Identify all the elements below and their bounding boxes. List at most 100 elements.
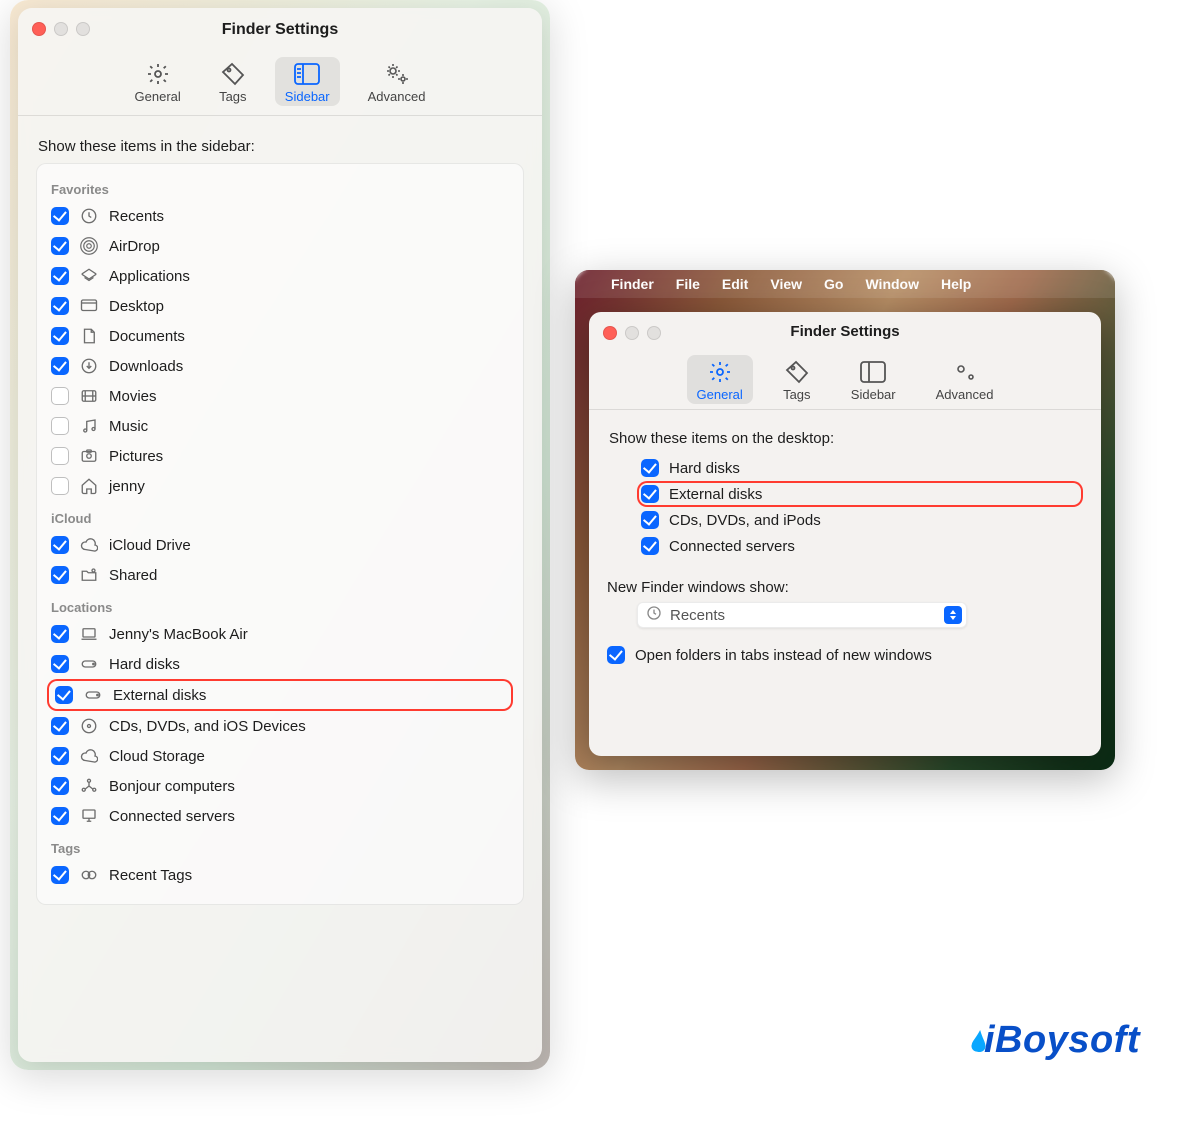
tab-general[interactable]: General: [687, 355, 753, 404]
menu-help[interactable]: Help: [941, 276, 971, 292]
tab-general[interactable]: General: [125, 57, 191, 106]
minimize-icon[interactable]: [54, 22, 68, 36]
tab-sidebar[interactable]: Sidebar: [841, 355, 906, 404]
list-item[interactable]: CDs, DVDs, and iOS Devices: [47, 711, 513, 741]
list-item[interactable]: Movies: [47, 381, 513, 411]
checkbox[interactable]: [51, 267, 69, 285]
list-item[interactable]: Pictures: [47, 441, 513, 471]
window-controls[interactable]: [32, 22, 90, 36]
list-item[interactable]: Connected servers: [637, 533, 1083, 559]
list-item[interactable]: Desktop: [47, 291, 513, 321]
minimize-icon[interactable]: [625, 326, 639, 340]
tab-advanced[interactable]: Advanced: [926, 355, 1004, 404]
checkbox[interactable]: [51, 207, 69, 225]
item-label: Hard disks: [669, 460, 740, 477]
checkbox[interactable]: [51, 327, 69, 345]
item-label: Desktop: [109, 298, 164, 315]
checkbox[interactable]: [51, 866, 69, 884]
list-item[interactable]: Recents: [47, 201, 513, 231]
open-in-tabs-label: Open folders in tabs instead of new wind…: [635, 647, 932, 664]
list-item[interactable]: Documents: [47, 321, 513, 351]
tab-label: General: [135, 89, 181, 104]
sidebar-icon: [859, 359, 887, 385]
menu-file[interactable]: File: [676, 276, 700, 292]
settings-tabs: General Tags Sidebar Advanced: [589, 350, 1101, 410]
item-label: Movies: [109, 388, 157, 405]
checkbox[interactable]: [51, 357, 69, 375]
desktop-icon: [79, 296, 99, 316]
settings-tabs: General Tags Sidebar Advanced: [18, 52, 542, 116]
checkbox[interactable]: [51, 387, 69, 405]
checkbox[interactable]: [641, 511, 659, 529]
clock-icon: [79, 206, 99, 226]
checkbox[interactable]: [51, 566, 69, 584]
close-icon[interactable]: [32, 22, 46, 36]
list-item[interactable]: Bonjour computers: [47, 771, 513, 801]
list-item[interactable]: External disks: [637, 481, 1083, 507]
airdrop-icon: [79, 236, 99, 256]
finder-settings-sidebar-window: Finder Settings General Tags Sidebar: [18, 8, 542, 1062]
menu-edit[interactable]: Edit: [722, 276, 748, 292]
checkbox-open-in-tabs[interactable]: [607, 646, 625, 664]
music-icon: [79, 416, 99, 436]
checkbox[interactable]: [51, 237, 69, 255]
item-label: Jenny's MacBook Air: [109, 626, 248, 643]
menu-finder[interactable]: Finder: [611, 276, 654, 292]
checkbox[interactable]: [641, 537, 659, 555]
checkbox[interactable]: [55, 686, 73, 704]
menu-view[interactable]: View: [770, 276, 802, 292]
item-label: External disks: [669, 486, 762, 503]
tab-tags[interactable]: Tags: [773, 355, 821, 404]
checkbox[interactable]: [641, 485, 659, 503]
menu-go[interactable]: Go: [824, 276, 843, 292]
checkbox[interactable]: [51, 655, 69, 673]
list-item[interactable]: Cloud Storage: [47, 741, 513, 771]
item-label: Applications: [109, 268, 190, 285]
gear-icon: [706, 359, 734, 385]
list-item[interactable]: iCloud Drive: [47, 530, 513, 560]
close-icon[interactable]: [603, 326, 617, 340]
checkbox[interactable]: [641, 459, 659, 477]
item-label: CDs, DVDs, and iOS Devices: [109, 718, 306, 735]
select-value: Recents: [670, 607, 725, 624]
list-item[interactable]: CDs, DVDs, and iPods: [637, 507, 1083, 533]
list-item[interactable]: Hard disks: [47, 649, 513, 679]
tab-advanced[interactable]: Advanced: [358, 57, 436, 106]
tab-tags[interactable]: Tags: [209, 57, 257, 106]
checkbox[interactable]: [51, 747, 69, 765]
list-item[interactable]: Applications: [47, 261, 513, 291]
checkbox[interactable]: [51, 536, 69, 554]
checkbox[interactable]: [51, 777, 69, 795]
checkbox[interactable]: [51, 625, 69, 643]
checkbox[interactable]: [51, 477, 69, 495]
tab-label: Advanced: [936, 387, 994, 402]
list-item[interactable]: Music: [47, 411, 513, 441]
item-label: AirDrop: [109, 238, 160, 255]
window-titlebar: Finder Settings: [589, 312, 1101, 350]
checkbox[interactable]: [51, 447, 69, 465]
list-item[interactable]: External disks: [47, 679, 513, 711]
checkbox[interactable]: [51, 807, 69, 825]
item-label: Bonjour computers: [109, 778, 235, 795]
list-item[interactable]: Hard disks: [637, 455, 1083, 481]
zoom-icon[interactable]: [647, 326, 661, 340]
item-label: Pictures: [109, 448, 163, 465]
checkbox[interactable]: [51, 297, 69, 315]
group-locations: Locations: [51, 600, 509, 615]
list-item[interactable]: Downloads: [47, 351, 513, 381]
list-item[interactable]: Recent Tags: [47, 860, 513, 890]
menu-window[interactable]: Window: [865, 276, 919, 292]
tab-sidebar[interactable]: Sidebar: [275, 57, 340, 106]
new-finder-windows-select[interactable]: Recents: [637, 602, 967, 628]
movies-icon: [79, 386, 99, 406]
window-controls[interactable]: [603, 326, 661, 340]
checkbox[interactable]: [51, 717, 69, 735]
list-item[interactable]: Connected servers: [47, 801, 513, 831]
checkbox[interactable]: [51, 417, 69, 435]
item-label: jenny: [109, 478, 145, 495]
list-item[interactable]: AirDrop: [47, 231, 513, 261]
list-item[interactable]: Jenny's MacBook Air: [47, 619, 513, 649]
list-item[interactable]: Shared: [47, 560, 513, 590]
zoom-icon[interactable]: [76, 22, 90, 36]
list-item[interactable]: jenny: [47, 471, 513, 501]
